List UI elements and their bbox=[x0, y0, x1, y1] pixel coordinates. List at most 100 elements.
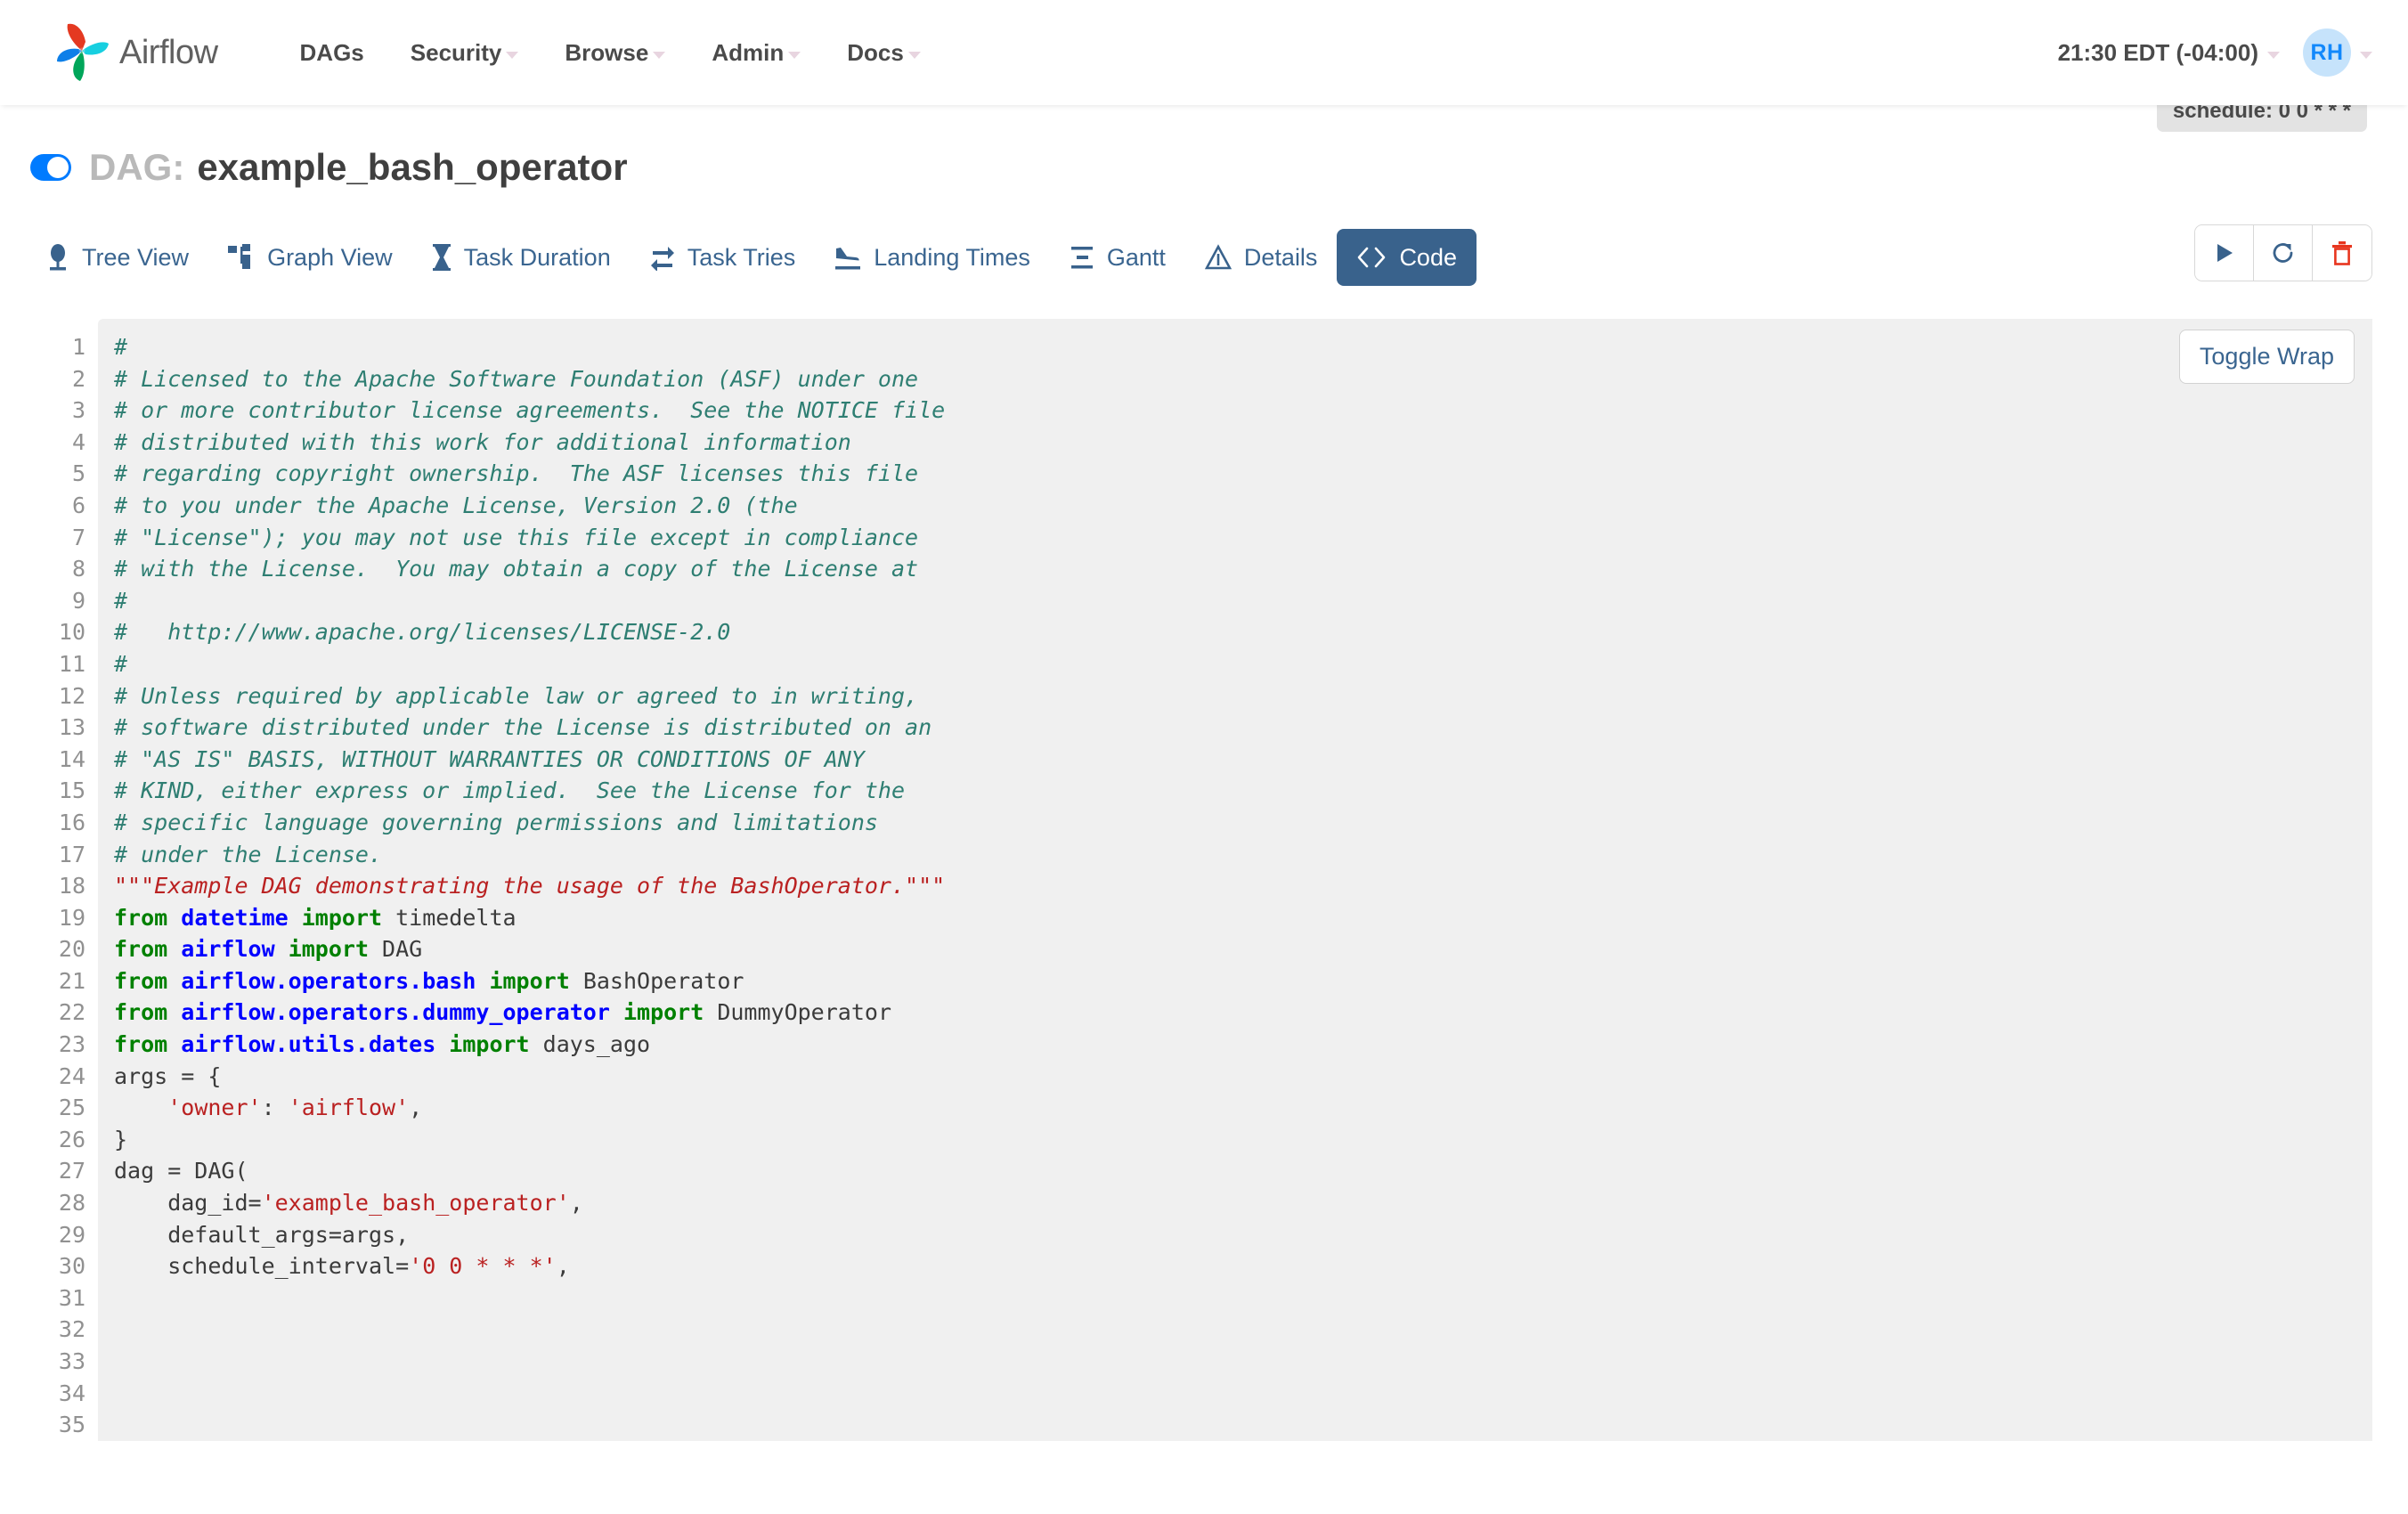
line-number: 11 bbox=[58, 650, 85, 677]
line-number: 7 bbox=[71, 524, 85, 550]
line-number: 20 bbox=[58, 936, 85, 963]
code-panel: Toggle Wrap 1 2 3 4 5 6 7 8 9 10 11 12 13 14 15 16 17 18 1… bbox=[0, 319, 2372, 1441]
code-line: from airflow.utils.dates import days_ago bbox=[114, 1031, 651, 1058]
page-title: example_bash_operator bbox=[197, 146, 628, 188]
code-line: # or more contributor license agreements… bbox=[114, 397, 946, 424]
dag-header: DAG: example_bash_operator schedule: 0 0… bbox=[0, 91, 2372, 189]
code-line: } bbox=[114, 1126, 128, 1152]
chevron-down-icon bbox=[653, 52, 666, 59]
timezone-selector[interactable]: 21:30 EDT (-04:00) bbox=[2058, 39, 2280, 67]
code-line: """Example DAG demonstrating the usage o… bbox=[114, 873, 946, 899]
line-number: 6 bbox=[71, 492, 85, 518]
line-number: 16 bbox=[58, 809, 85, 835]
dag-action-buttons bbox=[2194, 224, 2372, 281]
code-line: # with the License. You may obtain a cop… bbox=[114, 556, 919, 582]
play-icon bbox=[2217, 244, 2233, 262]
line-number: 22 bbox=[58, 999, 85, 1026]
toggle-wrap-button[interactable]: Toggle Wrap bbox=[2178, 330, 2355, 384]
nav-item-browse-label: Browse bbox=[565, 38, 649, 66]
dag-prefix-label: DAG: bbox=[89, 146, 185, 188]
dag-pause-toggle[interactable] bbox=[30, 154, 71, 181]
code-line: dag_id='example_bash_operator', bbox=[114, 1190, 583, 1217]
warning-triangle-icon bbox=[1204, 244, 1232, 270]
line-number: 29 bbox=[58, 1221, 85, 1248]
line-number: 32 bbox=[58, 1316, 85, 1343]
chevron-down-icon bbox=[788, 52, 801, 59]
source-code[interactable]: # # Licensed to the Apache Software Found… bbox=[98, 319, 2372, 1441]
brand-home-link[interactable]: Airflow bbox=[53, 22, 218, 83]
refresh-button[interactable] bbox=[2254, 225, 2313, 281]
page-content: DAG: example_bash_operator schedule: 0 0… bbox=[0, 91, 2408, 1441]
navbar-right: 21:30 EDT (-04:00) RH bbox=[2058, 28, 2372, 77]
nav-item-docs-label: Docs bbox=[847, 38, 904, 66]
tab-details-label: Details bbox=[1243, 243, 1318, 271]
nav-item-browse[interactable]: Browse bbox=[541, 39, 688, 67]
airflow-pinwheel-logo bbox=[57, 23, 109, 81]
line-number: 26 bbox=[58, 1126, 85, 1152]
avatar: RH bbox=[2303, 28, 2351, 77]
line-number: 2 bbox=[71, 365, 85, 392]
tab-graph-view-label: Graph View bbox=[267, 243, 393, 271]
timezone-label: 21:30 EDT (-04:00) bbox=[2057, 38, 2258, 66]
line-number: 14 bbox=[58, 745, 85, 772]
tab-gantt[interactable]: Gantt bbox=[1050, 229, 1185, 286]
code-brackets-icon bbox=[1358, 247, 1386, 268]
line-number: 31 bbox=[58, 1284, 85, 1311]
code-line: args = { bbox=[114, 1062, 222, 1089]
tab-tree-view-label: Tree View bbox=[82, 243, 190, 271]
code-line: from airflow.operators.bash import BashO… bbox=[114, 967, 744, 994]
line-number: 9 bbox=[71, 587, 85, 614]
tab-graph-view[interactable]: Graph View bbox=[208, 229, 412, 286]
nav-item-security[interactable]: Security bbox=[387, 39, 542, 67]
trash-icon bbox=[2332, 241, 2352, 265]
chevron-down-icon bbox=[506, 52, 519, 59]
line-number: 23 bbox=[58, 1031, 85, 1058]
code-table: 1 2 3 4 5 6 7 8 9 10 11 12 13 14 15 16 17 18 19 20 21 22 23 24 2… bbox=[30, 319, 2372, 1441]
nav-item-docs[interactable]: Docs bbox=[824, 39, 944, 67]
line-number: 27 bbox=[58, 1158, 85, 1184]
code-line: # KIND, either express or implied. See t… bbox=[114, 777, 906, 804]
tree-icon bbox=[50, 244, 66, 271]
tab-task-duration-label: Task Duration bbox=[463, 243, 611, 271]
code-line: # bbox=[114, 334, 128, 360]
user-menu[interactable]: RH bbox=[2303, 28, 2372, 77]
code-line: # Licensed to the Apache Software Founda… bbox=[114, 365, 919, 392]
nav-item-security-label: Security bbox=[410, 38, 502, 66]
gantt-icon bbox=[1070, 247, 1093, 269]
line-number: 35 bbox=[58, 1412, 85, 1438]
nav-item-admin[interactable]: Admin bbox=[688, 39, 824, 67]
nav-item-admin-label: Admin bbox=[712, 38, 785, 66]
code-line: default_args=args, bbox=[114, 1221, 410, 1248]
line-number: 4 bbox=[71, 428, 85, 455]
tab-code-label: Code bbox=[1399, 243, 1457, 271]
line-number-gutter: 1 2 3 4 5 6 7 8 9 10 11 12 13 14 15 16 17 18 19 20 21 22 23 24 2… bbox=[30, 319, 85, 1441]
line-number: 28 bbox=[58, 1190, 85, 1217]
code-line: # Unless required by applicable law or a… bbox=[114, 682, 919, 709]
nav-item-dags[interactable]: DAGs bbox=[277, 39, 387, 67]
tab-code[interactable]: Code bbox=[1337, 229, 1477, 286]
line-number: 25 bbox=[58, 1095, 85, 1121]
code-line: # bbox=[114, 650, 128, 677]
tab-task-duration[interactable]: Task Duration bbox=[412, 229, 630, 286]
chevron-down-icon bbox=[907, 52, 921, 59]
line-number: 18 bbox=[58, 873, 85, 899]
tab-landing-times[interactable]: Landing Times bbox=[815, 229, 1050, 286]
trigger-dag-button[interactable] bbox=[2195, 225, 2254, 281]
tab-details[interactable]: Details bbox=[1185, 229, 1338, 286]
code-line: # http://www.apache.org/licenses/LICENSE… bbox=[114, 619, 731, 646]
code-line: # distributed with this work for additio… bbox=[114, 428, 851, 455]
line-number: 5 bbox=[71, 460, 85, 487]
tab-tree-view[interactable]: Tree View bbox=[27, 229, 208, 286]
code-line: # to you under the Apache License, Versi… bbox=[114, 492, 798, 518]
chevron-down-icon bbox=[2267, 52, 2280, 59]
line-number: 34 bbox=[58, 1380, 85, 1406]
code-line: # software distributed under the License… bbox=[114, 714, 932, 741]
delete-dag-button[interactable] bbox=[2313, 225, 2371, 281]
line-number: 8 bbox=[71, 556, 85, 582]
code-line: from airflow.operators.dummy_operator im… bbox=[114, 999, 891, 1026]
line-number: 30 bbox=[58, 1253, 85, 1280]
hourglass-icon bbox=[432, 244, 451, 271]
tab-task-tries[interactable]: Task Tries bbox=[630, 229, 816, 286]
line-number: 1 bbox=[71, 334, 85, 360]
chevron-down-icon bbox=[2360, 52, 2372, 59]
